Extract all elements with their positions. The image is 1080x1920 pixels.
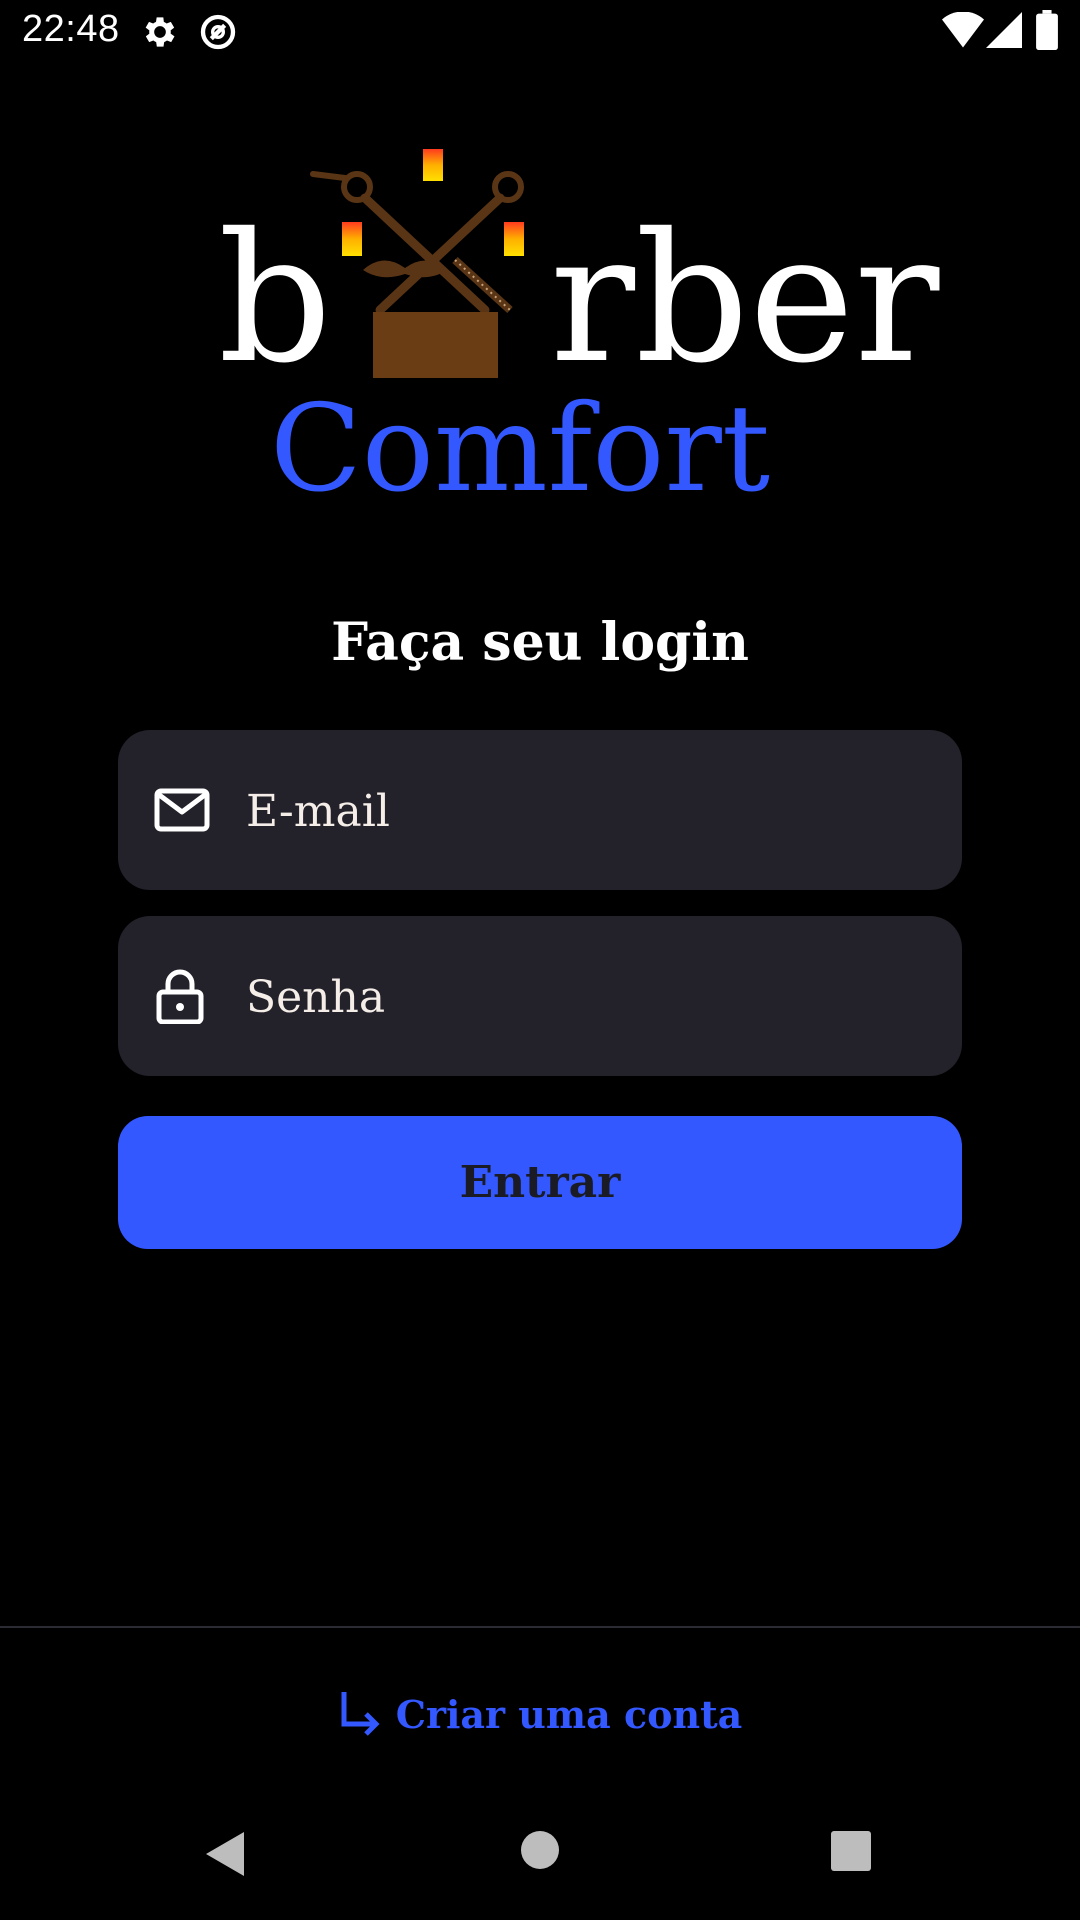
- barber-chair-scissors-icon: [310, 149, 524, 378]
- login-button[interactable]: Entrar: [118, 1116, 962, 1249]
- password-input[interactable]: [244, 916, 932, 1078]
- system-nav-bar: [0, 1800, 1080, 1920]
- signal-icon: [986, 12, 1022, 48]
- back-icon[interactable]: [204, 1830, 246, 1878]
- battery-icon: [1036, 10, 1058, 50]
- arrow-down-right-icon: [341, 1692, 380, 1736]
- login-heading: Faça seu login: [331, 612, 749, 673]
- footer-divider: [0, 1626, 1080, 1628]
- lock-icon: [156, 969, 204, 1024]
- settings-icon: [145, 17, 175, 47]
- home-icon[interactable]: [520, 1830, 560, 1870]
- create-account-link[interactable]: Criar uma conta: [0, 1682, 1080, 1746]
- status-time: 22:48: [22, 8, 120, 50]
- status-bar: 22:48: [0, 0, 1080, 64]
- wifi-icon: [942, 12, 984, 48]
- logo-word-right: rber: [550, 195, 940, 402]
- recents-icon[interactable]: [830, 1830, 872, 1872]
- app-logo: b rber Comfort: [0, 140, 1080, 520]
- logo-subtitle: Comfort: [269, 380, 771, 519]
- email-field[interactable]: [118, 730, 962, 892]
- mail-icon: [154, 788, 210, 832]
- do-not-disturb-icon: [200, 14, 236, 50]
- email-input[interactable]: [244, 730, 932, 892]
- password-field[interactable]: [118, 916, 962, 1078]
- create-account-label: Criar uma conta: [395, 1691, 743, 1737]
